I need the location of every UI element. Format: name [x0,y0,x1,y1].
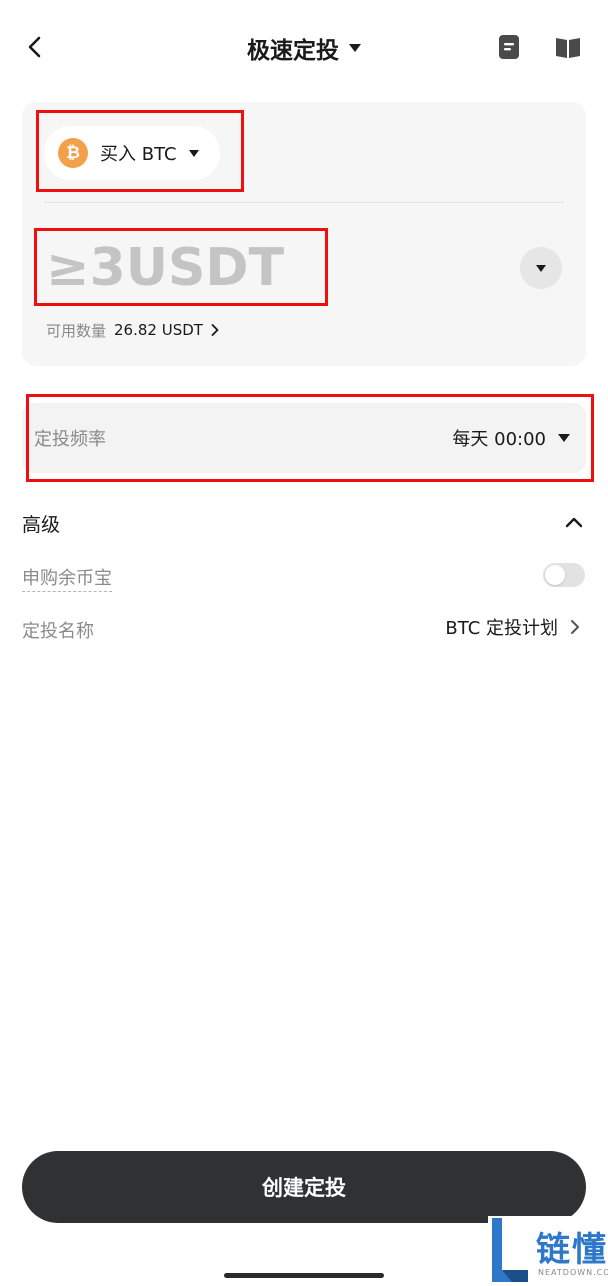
document-icon [499,35,519,59]
amount-options-button[interactable] [520,247,562,289]
subscribe-savings-toggle[interactable] [543,563,585,587]
annotation-box-coin [36,110,244,192]
toggle-knob [545,565,565,585]
plan-name-label: 定投名称 [22,621,94,642]
page-title: 极速定投 [247,38,339,64]
available-value: 26.82 USDT [114,321,203,339]
book-icon [556,38,580,58]
available-label: 可用数量 [46,321,107,340]
watermark-text: 链懂 [536,1230,608,1270]
records-button[interactable] [492,30,526,64]
advanced-collapse-button[interactable] [560,508,588,536]
logo-l-shape [492,1218,528,1282]
home-indicator [224,1273,384,1278]
available-balance[interactable]: 可用数量 26.82 USDT [46,318,219,342]
chevron-right-icon [571,620,579,634]
annotation-box-frequency [26,394,594,482]
back-button[interactable] [18,30,52,64]
subscribe-savings-label: 申购余币宝 [22,564,112,592]
guide-button[interactable] [551,30,585,64]
watermark-subtext: NEATDOWN.COM [538,1268,608,1277]
triangle-down-icon [536,264,546,272]
advanced-title: 高级 [22,514,61,536]
create-plan-button[interactable]: 创建定投 [22,1151,586,1223]
plan-name-value: BTC 定投计划 [445,618,558,639]
chevron-left-icon [28,36,41,58]
annotation-box-amount [34,228,328,306]
chevron-right-icon [211,324,219,336]
divider [44,202,564,203]
watermark-logo: 链懂 NEATDOWN.COM [488,1216,608,1286]
plan-name-editor[interactable]: BTC 定投计划 [445,614,580,640]
title-dropdown[interactable]: 极速定投 [204,30,404,66]
triangle-down-icon [349,44,361,52]
chevron-up-icon [565,517,583,528]
